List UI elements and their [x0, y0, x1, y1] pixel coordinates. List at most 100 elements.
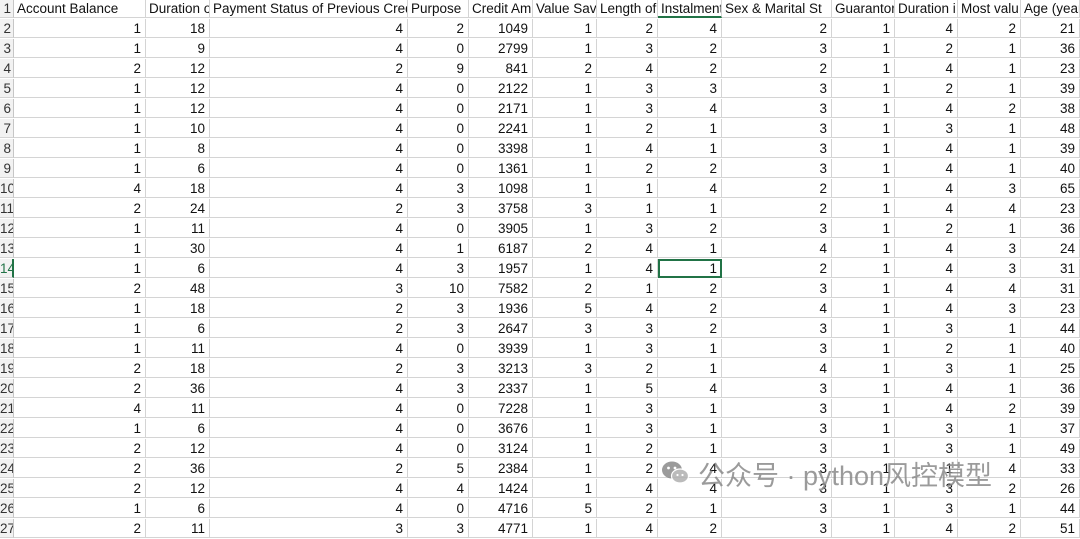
table-cell[interactable]: 1936: [469, 299, 533, 318]
table-cell[interactable]: 1: [958, 139, 1021, 158]
table-cell[interactable]: 4: [210, 399, 408, 418]
table-cell[interactable]: 1: [958, 359, 1021, 378]
table-cell[interactable]: 4: [895, 59, 958, 78]
table-cell[interactable]: 1098: [469, 179, 533, 198]
table-cell[interactable]: 4: [210, 119, 408, 138]
row-number[interactable]: 15: [0, 279, 14, 298]
table-cell[interactable]: 3758: [469, 199, 533, 218]
table-cell[interactable]: 25: [1021, 359, 1080, 378]
table-cell[interactable]: 2: [658, 299, 722, 318]
table-cell[interactable]: 2: [533, 239, 597, 258]
table-cell[interactable]: 3: [408, 359, 469, 378]
table-cell[interactable]: 1: [14, 419, 146, 438]
column-header[interactable]: Value Savi: [533, 0, 597, 18]
table-cell[interactable]: 3: [722, 99, 832, 118]
table-cell[interactable]: 7582: [469, 279, 533, 298]
table-cell[interactable]: 1: [832, 219, 895, 238]
table-cell[interactable]: 2: [14, 359, 146, 378]
table-cell[interactable]: 3: [597, 319, 658, 338]
table-cell[interactable]: 2: [597, 439, 658, 458]
table-cell[interactable]: 3: [895, 419, 958, 438]
table-cell[interactable]: 5: [533, 499, 597, 518]
table-cell[interactable]: 3: [722, 79, 832, 98]
table-cell[interactable]: 1: [958, 219, 1021, 238]
active-cell[interactable]: 1: [658, 259, 722, 278]
table-cell[interactable]: 2384: [469, 459, 533, 478]
table-cell[interactable]: 5: [533, 299, 597, 318]
table-cell[interactable]: 4: [210, 19, 408, 38]
row-number[interactable]: 22: [0, 419, 14, 438]
table-cell[interactable]: 3: [408, 379, 469, 398]
table-cell[interactable]: 1: [958, 39, 1021, 58]
table-cell[interactable]: 1: [14, 259, 146, 278]
table-cell[interactable]: 3: [408, 299, 469, 318]
table-cell[interactable]: 0: [408, 419, 469, 438]
table-cell[interactable]: 3: [722, 519, 832, 538]
table-cell[interactable]: 2: [210, 299, 408, 318]
table-cell[interactable]: 1: [14, 139, 146, 158]
table-cell[interactable]: 4: [597, 59, 658, 78]
table-cell[interactable]: 4: [895, 519, 958, 538]
table-cell[interactable]: 3: [722, 379, 832, 398]
table-cell[interactable]: 1: [832, 339, 895, 358]
table-cell[interactable]: 9: [408, 59, 469, 78]
table-cell[interactable]: 4: [958, 279, 1021, 298]
table-cell[interactable]: 1: [533, 519, 597, 538]
table-cell[interactable]: 3: [722, 339, 832, 358]
table-cell[interactable]: 1: [14, 119, 146, 138]
table-cell[interactable]: 11: [146, 519, 210, 538]
table-cell[interactable]: 1: [958, 119, 1021, 138]
table-cell[interactable]: 1: [832, 139, 895, 158]
table-cell[interactable]: 4716: [469, 499, 533, 518]
table-cell[interactable]: 6187: [469, 239, 533, 258]
table-cell[interactable]: 3: [597, 399, 658, 418]
table-cell[interactable]: 2: [958, 399, 1021, 418]
table-cell[interactable]: 37: [1021, 419, 1080, 438]
table-cell[interactable]: 3: [722, 39, 832, 58]
table-cell[interactable]: 44: [1021, 319, 1080, 338]
table-cell[interactable]: 3: [408, 519, 469, 538]
table-cell[interactable]: 2171: [469, 99, 533, 118]
column-header[interactable]: Account Balance: [14, 0, 146, 18]
row-number[interactable]: 14: [0, 259, 14, 278]
table-cell[interactable]: 12: [146, 79, 210, 98]
table-cell[interactable]: 1: [658, 239, 722, 258]
table-cell[interactable]: 1: [533, 179, 597, 198]
table-cell[interactable]: 2: [895, 79, 958, 98]
table-cell[interactable]: 48: [1021, 119, 1080, 138]
table-cell[interactable]: 4: [722, 359, 832, 378]
table-cell[interactable]: 0: [408, 399, 469, 418]
table-cell[interactable]: 1: [533, 159, 597, 178]
table-cell[interactable]: 4: [210, 159, 408, 178]
table-cell[interactable]: 3: [408, 179, 469, 198]
table-cell[interactable]: 18: [146, 179, 210, 198]
table-cell[interactable]: 4: [210, 499, 408, 518]
table-cell[interactable]: 6: [146, 499, 210, 518]
table-cell[interactable]: 2241: [469, 119, 533, 138]
table-cell[interactable]: 1: [658, 119, 722, 138]
table-cell[interactable]: 2: [722, 259, 832, 278]
table-cell[interactable]: 0: [408, 79, 469, 98]
table-cell[interactable]: 30: [146, 239, 210, 258]
table-cell[interactable]: 3: [722, 419, 832, 438]
table-cell[interactable]: 2: [722, 199, 832, 218]
column-header[interactable]: Purpose: [408, 0, 469, 18]
table-cell[interactable]: 23: [1021, 299, 1080, 318]
column-header[interactable]: Most valu: [958, 0, 1021, 18]
table-cell[interactable]: 0: [408, 39, 469, 58]
table-cell[interactable]: 2: [14, 279, 146, 298]
table-cell[interactable]: 3: [722, 399, 832, 418]
table-cell[interactable]: 1: [14, 219, 146, 238]
table-cell[interactable]: 2: [597, 499, 658, 518]
table-cell[interactable]: 18: [146, 359, 210, 378]
table-cell[interactable]: 4: [210, 39, 408, 58]
table-cell[interactable]: 1: [408, 239, 469, 258]
column-header[interactable]: Sex & Marital St: [722, 0, 832, 18]
table-cell[interactable]: 4: [895, 399, 958, 418]
table-cell[interactable]: 1: [533, 419, 597, 438]
table-cell[interactable]: 2: [597, 19, 658, 38]
table-cell[interactable]: 3: [597, 39, 658, 58]
row-number[interactable]: 2: [0, 19, 14, 38]
table-cell[interactable]: 2: [14, 199, 146, 218]
table-cell[interactable]: 1: [14, 239, 146, 258]
